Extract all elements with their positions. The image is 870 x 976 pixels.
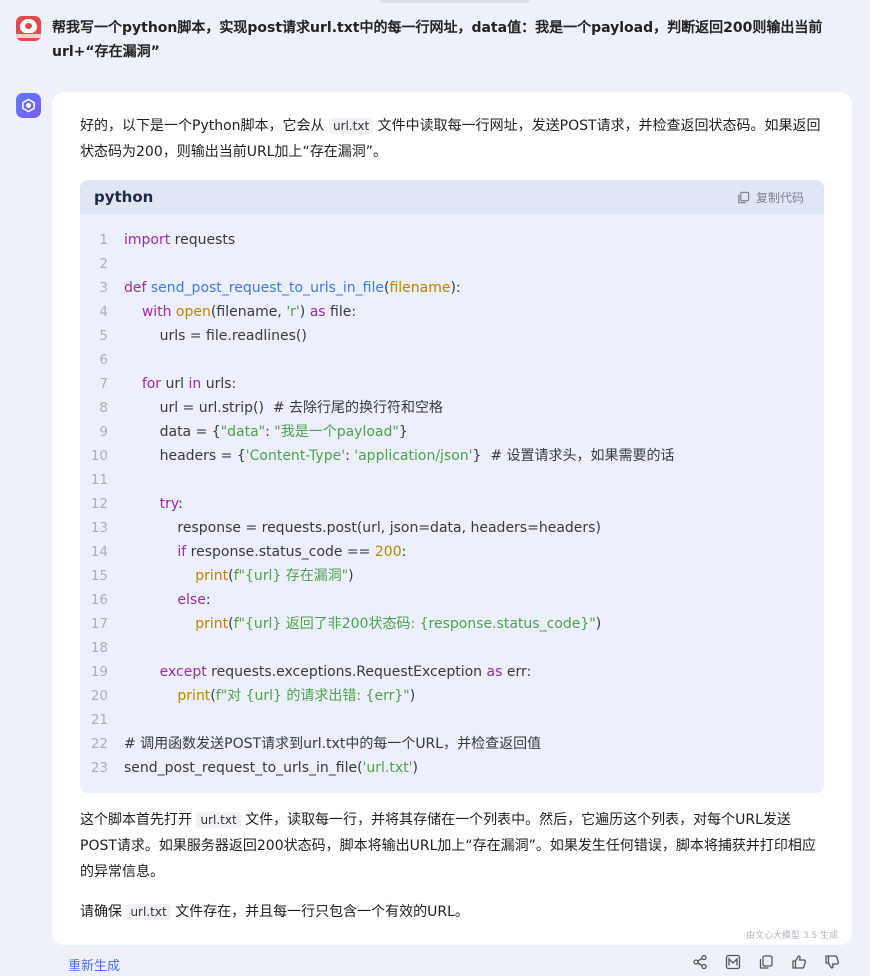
assistant-message-card: 好的，以下是一个Python脚本，它会从 url.txt 文件中读取每一行网址，…	[52, 92, 852, 945]
code-text: with open(filename, 'r') as file:	[141, 304, 357, 320]
code-text: print(f"对 {url} 的请求出错: {err}")	[177, 688, 416, 704]
code-line: 1 import requests	[80, 228, 824, 252]
line-number: 10	[90, 448, 108, 464]
line-number: 11	[90, 472, 108, 488]
line-number: 1	[99, 232, 108, 248]
line-number: 16	[90, 592, 108, 608]
assistant-note: 请确保 url.txt 文件存在，并且每一行只包含一个有效的URL。	[80, 899, 825, 925]
code-text: response = requests.post(url, json=data,…	[124, 520, 601, 536]
assistant-logo-icon	[22, 98, 35, 113]
code-line: 7 for url in urls:	[80, 372, 824, 396]
explain-text-before: 这个脚本首先打开	[80, 812, 197, 828]
code-line: 5 urls = file.readlines()	[80, 324, 824, 348]
code-block-header: python 复制代码	[80, 180, 824, 214]
code-line: 2	[80, 252, 824, 276]
line-number: 21	[90, 712, 108, 728]
line-number: 13	[90, 520, 108, 536]
note-text-before: 请确保	[80, 904, 127, 920]
code-line: 14 if response.status_code == 200:	[80, 540, 824, 564]
code-block: python 复制代码 1 import requests 2 3 def send_p…	[80, 180, 824, 793]
line-number: 6	[99, 352, 108, 368]
line-number: 20	[90, 688, 108, 704]
note-text-after: 文件存在，并且每一行只包含一个有效的URL。	[170, 904, 469, 920]
code-text: except requests.exceptions.RequestExcept…	[159, 664, 532, 680]
line-number: 7	[99, 376, 108, 392]
message-actions	[691, 953, 840, 970]
code-line: 18	[80, 636, 824, 660]
code-line: 19 except requests.exceptions.RequestExc…	[80, 660, 824, 684]
line-number: 17	[90, 616, 108, 632]
line-number: 8	[99, 400, 108, 416]
code-line: 16 else:	[80, 588, 824, 612]
user-message-row: 帮我写一个python脚本，实现post请求url.txt中的每一行网址，dat…	[16, 16, 856, 64]
line-number: 18	[90, 640, 108, 656]
copy-icon[interactable]	[757, 953, 774, 970]
thumbs-up-icon[interactable]	[790, 953, 807, 970]
code-text: # 调用函数发送POST请求到url.txt中的每一个URL，并检查返回值	[124, 736, 542, 752]
line-number: 4	[99, 304, 108, 320]
top-edge-bar	[380, 0, 530, 3]
code-text: for url in urls:	[141, 376, 237, 392]
line-number: 3	[99, 280, 108, 296]
user-message-text: 帮我写一个python脚本，实现post请求url.txt中的每一行网址，dat…	[52, 20, 823, 60]
line-number: 14	[90, 544, 108, 560]
assistant-intro: 好的，以下是一个Python脚本，它会从 url.txt 文件中读取每一行网址，…	[80, 113, 825, 165]
code-text: print(f"{url} 存在漏洞")	[195, 568, 354, 584]
code-line: 17 print(f"{url} 返回了非200状态码: {response.s…	[80, 612, 824, 636]
model-watermark: 由文心大模型 3.5 生成	[745, 931, 838, 941]
code-text: headers = {'Content-Type': 'application/…	[124, 448, 675, 464]
code-text: print(f"{url} 返回了非200状态码: {response.stat…	[195, 616, 602, 632]
user-avatar	[16, 16, 41, 41]
line-number: 12	[90, 496, 108, 512]
share-icon[interactable]	[691, 953, 708, 970]
code-line: 3 def send_post_request_to_urls_in_file(f…	[80, 276, 824, 300]
code-text: urls = file.readlines()	[124, 328, 307, 344]
code-line: 12 try:	[80, 492, 824, 516]
assistant-explanation: 这个脚本首先打开 url.txt 文件，读取每一行，并将其存储在一个列表中。然后…	[80, 807, 825, 885]
code-language-label: python	[94, 188, 154, 206]
code-text: def send_post_request_to_urls_in_file(fi…	[124, 280, 461, 296]
copy-icon	[738, 191, 750, 203]
intro-text-before: 好的，以下是一个Python脚本，它会从	[80, 118, 329, 134]
thumbs-down-icon[interactable]	[823, 953, 840, 970]
code-text: if response.status_code == 200:	[177, 544, 407, 560]
line-number: 22	[90, 736, 108, 752]
code-text: send_post_request_to_urls_in_file('url.t…	[124, 760, 418, 776]
copy-code-label: 复制代码	[755, 190, 804, 205]
code-text: url = url.strip() # 去除行尾的换行符和空格	[124, 400, 444, 416]
line-number: 19	[90, 664, 108, 680]
code-text: data = {"data": "我是一个payload"}	[124, 424, 408, 440]
line-number: 5	[99, 328, 108, 344]
assistant-avatar	[16, 93, 41, 118]
code-line: 11	[80, 468, 824, 492]
code-line: 22 # 调用函数发送POST请求到url.txt中的每一个URL，并检查返回值	[80, 732, 824, 756]
line-number: 9	[99, 424, 108, 440]
code-line: 10 headers = {'Content-Type': 'applicati…	[80, 444, 824, 468]
image-icon[interactable]	[724, 953, 741, 970]
code-line: 15 print(f"{url} 存在漏洞")	[80, 564, 824, 588]
code-line: 4 with open(filename, 'r') as file:	[80, 300, 824, 324]
line-number: 23	[90, 760, 108, 776]
inline-code-filename: url.txt	[328, 118, 374, 134]
code-line: 6	[80, 348, 824, 372]
code-text: else:	[177, 592, 211, 608]
code-line: 20 print(f"对 {url} 的请求出错: {err}")	[80, 684, 824, 708]
code-text: try:	[159, 496, 183, 512]
code-line: 23 send_post_request_to_urls_in_file('url…	[80, 756, 824, 780]
inline-code-filename: url.txt	[126, 904, 171, 920]
code-line: 21	[80, 708, 824, 732]
line-number: 15	[90, 568, 108, 584]
regenerate-button[interactable]: 重新生成	[68, 955, 120, 974]
line-number: 2	[99, 256, 108, 272]
code-body: 1 import requests 2 3 def send_post_request_…	[80, 228, 824, 780]
code-line: 9 data = {"data": "我是一个payload"}	[80, 420, 824, 444]
code-line: 8 url = url.strip() # 去除行尾的换行符和空格	[80, 396, 824, 420]
code-line: 13 response = requests.post(url, json=da…	[80, 516, 824, 540]
code-text: import requests	[124, 232, 236, 248]
inline-code-filename: url.txt	[196, 812, 241, 828]
copy-code-button[interactable]: 复制代码	[737, 189, 804, 206]
